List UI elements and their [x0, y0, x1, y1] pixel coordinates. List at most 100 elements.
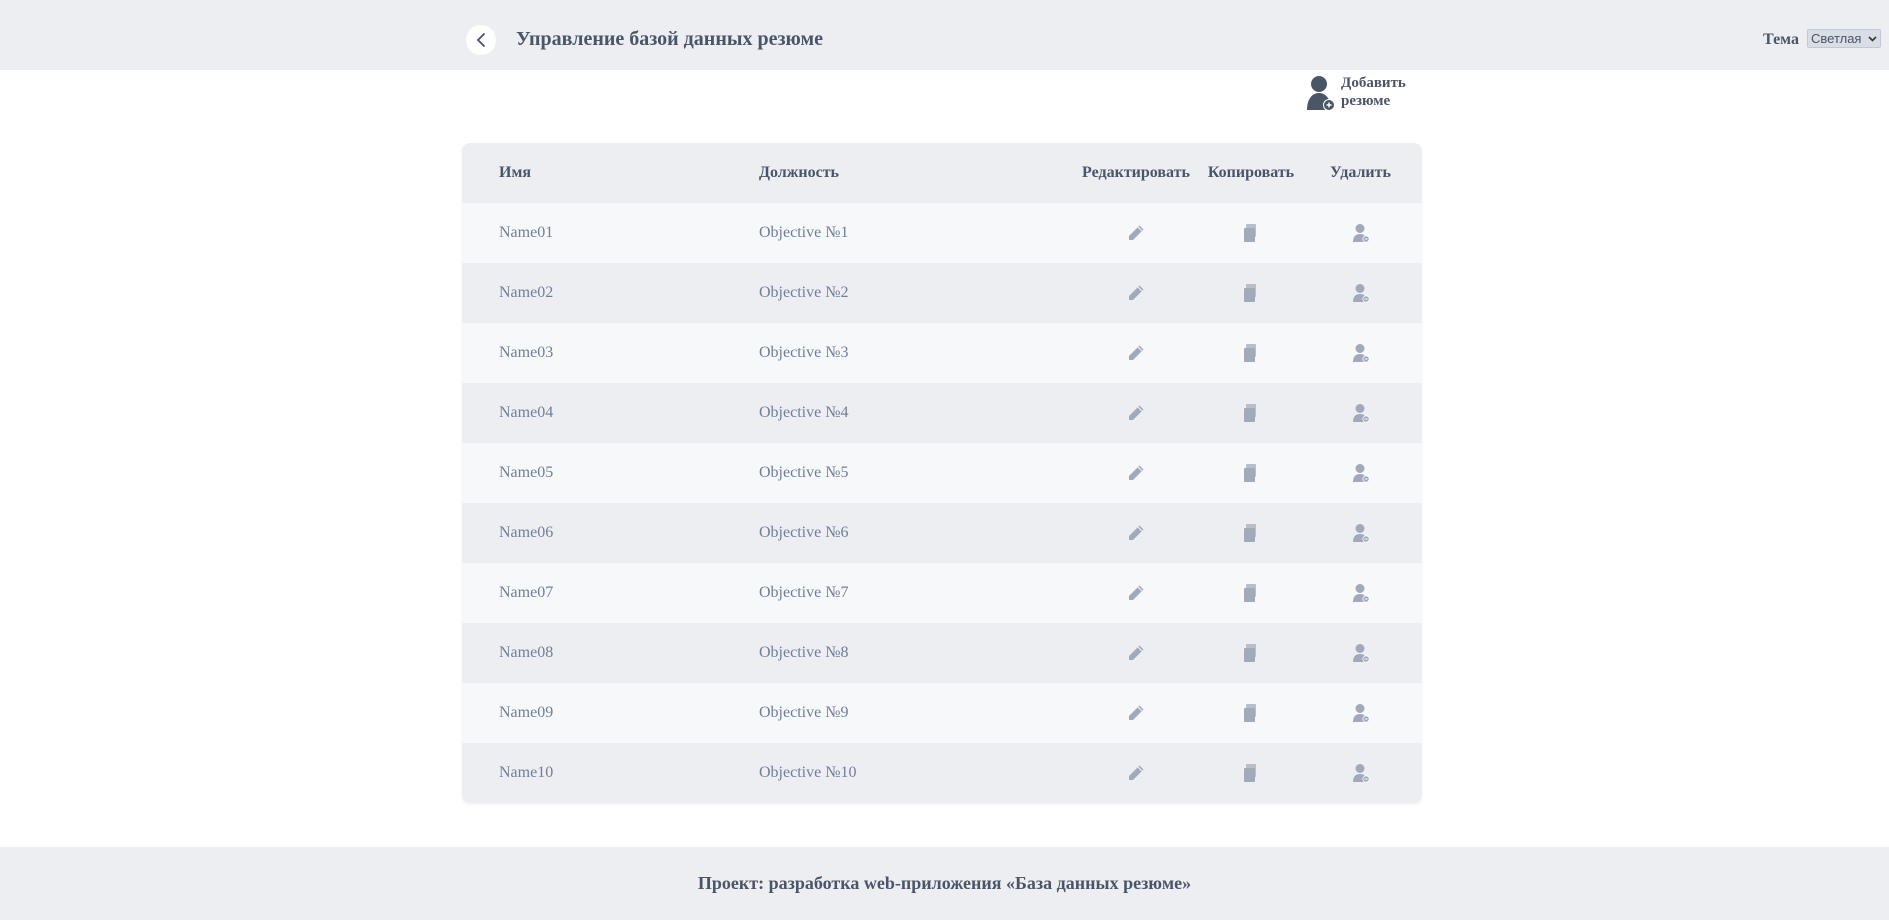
pencil-icon — [1129, 525, 1144, 540]
row-objective: Objective №1 — [759, 224, 849, 241]
edit-button[interactable] — [1122, 579, 1150, 607]
column-header-delete: Удалить — [1330, 164, 1391, 181]
delete-cell — [1299, 323, 1422, 383]
edit-cell — [1069, 203, 1203, 263]
edit-button[interactable] — [1122, 339, 1150, 367]
remove-user-icon — [1352, 224, 1370, 243]
edit-button[interactable] — [1122, 219, 1150, 247]
copy-cell — [1203, 203, 1299, 263]
copy-icon — [1244, 284, 1256, 302]
chevron-down-icon — [1868, 35, 1877, 42]
copy-icon — [1244, 524, 1256, 542]
remove-user-icon — [1352, 764, 1370, 783]
edit-button[interactable] — [1122, 459, 1150, 487]
delete-button[interactable] — [1347, 639, 1375, 667]
delete-button[interactable] — [1347, 219, 1375, 247]
copy-icon — [1244, 644, 1256, 662]
delete-button[interactable] — [1347, 699, 1375, 727]
remove-user-icon — [1352, 704, 1370, 723]
row-objective: Objective №8 — [759, 644, 849, 661]
delete-button[interactable] — [1347, 579, 1375, 607]
copy-button[interactable] — [1237, 339, 1265, 367]
copy-button[interactable] — [1237, 519, 1265, 547]
table-row: Name10 Objective №10 — [462, 743, 1422, 803]
row-objective: Objective №10 — [759, 764, 857, 781]
copy-button[interactable] — [1237, 759, 1265, 787]
edit-cell — [1069, 683, 1203, 743]
delete-button[interactable] — [1347, 459, 1375, 487]
copy-cell — [1203, 563, 1299, 623]
delete-button[interactable] — [1347, 339, 1375, 367]
table-body: Name01 Objective №1 Name02 Objective №2 … — [462, 203, 1422, 803]
remove-user-icon — [1352, 584, 1370, 603]
edit-cell — [1069, 263, 1203, 323]
table-header-row: Имя Должность Редактировать Копировать У… — [462, 143, 1422, 203]
row-objective: Objective №6 — [759, 524, 849, 541]
row-name: Name06 — [499, 524, 554, 541]
edit-cell — [1069, 743, 1203, 803]
pencil-icon — [1129, 225, 1144, 240]
theme-select[interactable]: Светлая — [1807, 29, 1881, 48]
edit-button[interactable] — [1122, 639, 1150, 667]
copy-button[interactable] — [1237, 459, 1265, 487]
delete-cell — [1299, 443, 1422, 503]
edit-button[interactable] — [1122, 399, 1150, 427]
row-name: Name08 — [499, 644, 554, 661]
edit-button[interactable] — [1122, 519, 1150, 547]
copy-button[interactable] — [1237, 399, 1265, 427]
delete-cell — [1299, 743, 1422, 803]
row-name: Name10 — [499, 764, 554, 781]
edit-button[interactable] — [1122, 279, 1150, 307]
delete-button[interactable] — [1347, 519, 1375, 547]
pencil-icon — [1129, 285, 1144, 300]
table-row: Name04 Objective №4 — [462, 383, 1422, 443]
table-row: Name02 Objective №2 — [462, 263, 1422, 323]
copy-cell — [1203, 323, 1299, 383]
pencil-icon — [1129, 405, 1144, 420]
copy-icon — [1244, 704, 1256, 722]
delete-cell — [1299, 203, 1422, 263]
table-row: Name07 Objective №7 — [462, 563, 1422, 623]
remove-user-icon — [1352, 344, 1370, 363]
pencil-icon — [1129, 705, 1144, 720]
back-button[interactable] — [466, 25, 496, 55]
copy-button[interactable] — [1237, 699, 1265, 727]
delete-button[interactable] — [1347, 279, 1375, 307]
row-objective: Objective №2 — [759, 284, 849, 301]
remove-user-icon — [1352, 464, 1370, 483]
row-objective: Objective №4 — [759, 404, 849, 421]
column-header-name: Имя — [499, 164, 531, 181]
resume-table: Имя Должность Редактировать Копировать У… — [462, 143, 1422, 803]
theme-label: Тема — [1763, 31, 1799, 48]
copy-icon — [1244, 764, 1256, 782]
copy-cell — [1203, 503, 1299, 563]
pencil-icon — [1129, 465, 1144, 480]
add-resume-label: Добавить резюме — [1341, 75, 1406, 109]
edit-cell — [1069, 323, 1203, 383]
copy-button[interactable] — [1237, 279, 1265, 307]
column-header-edit: Редактировать — [1082, 164, 1190, 181]
column-header-objective: Должность — [759, 164, 840, 181]
copy-button[interactable] — [1237, 219, 1265, 247]
delete-cell — [1299, 383, 1422, 443]
row-name: Name04 — [499, 404, 554, 421]
table-row: Name01 Objective №1 — [462, 203, 1422, 263]
add-user-icon — [1307, 76, 1335, 111]
row-objective: Objective №7 — [759, 584, 849, 601]
copy-button[interactable] — [1237, 639, 1265, 667]
edit-button[interactable] — [1122, 699, 1150, 727]
delete-button[interactable] — [1347, 759, 1375, 787]
footer: Проект: разработка web-приложения «База … — [0, 847, 1889, 920]
remove-user-icon — [1352, 284, 1370, 303]
copy-button[interactable] — [1237, 579, 1265, 607]
add-resume-button[interactable]: Добавить резюме — [1305, 74, 1425, 116]
edit-button[interactable] — [1122, 759, 1150, 787]
column-header-copy: Копировать — [1207, 164, 1295, 181]
table-row: Name06 Objective №6 — [462, 503, 1422, 563]
delete-cell — [1299, 263, 1422, 323]
copy-cell — [1203, 743, 1299, 803]
remove-user-icon — [1352, 404, 1370, 423]
row-objective: Objective №3 — [759, 344, 849, 361]
delete-button[interactable] — [1347, 399, 1375, 427]
copy-cell — [1203, 383, 1299, 443]
